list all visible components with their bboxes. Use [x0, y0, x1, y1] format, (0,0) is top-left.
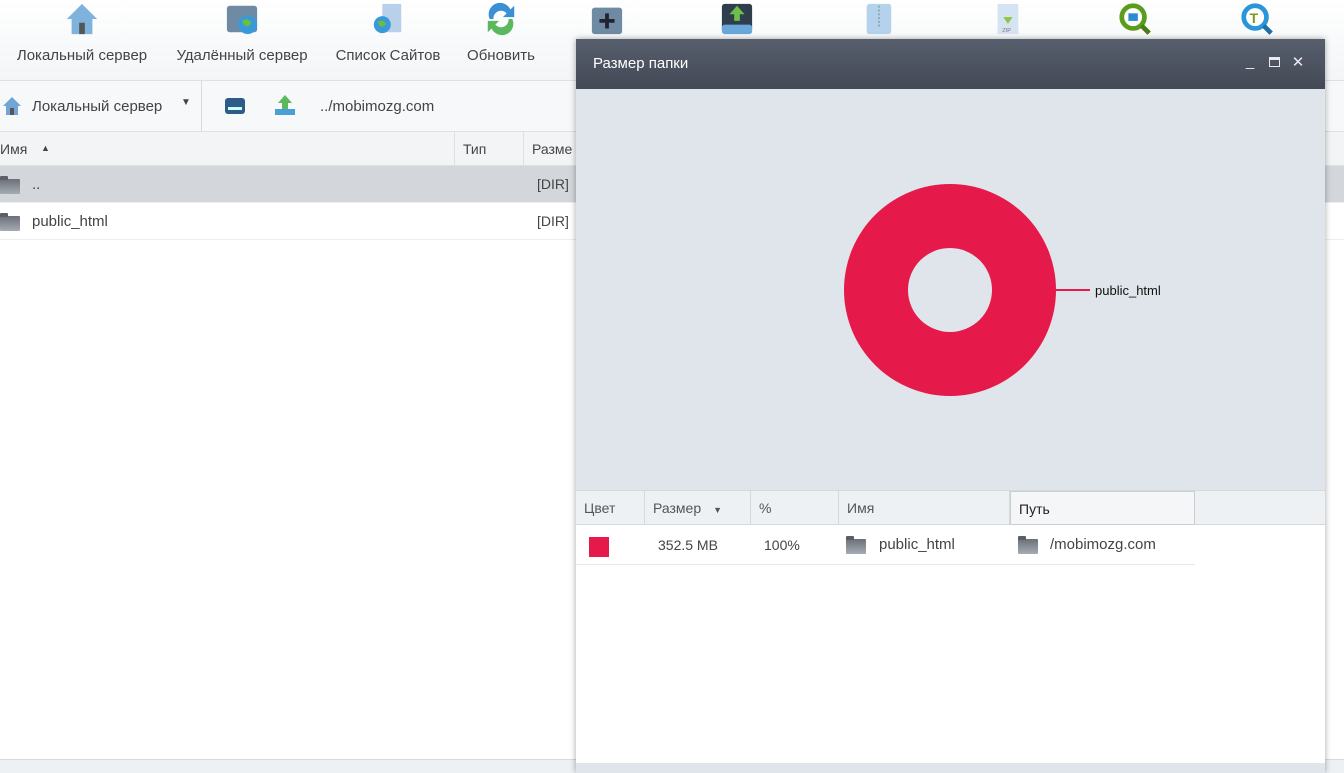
column-type-label: Тип: [463, 141, 487, 157]
archive-icon: [866, 3, 892, 35]
up-folder-icon[interactable]: [274, 94, 296, 116]
svg-text:ZIP: ZIP: [1002, 28, 1011, 34]
new-folder-icon: [591, 7, 623, 35]
folder-search-icon: [1119, 3, 1151, 35]
sort-asc-icon: ▲: [41, 143, 50, 153]
row-name: public_html: [879, 536, 955, 553]
file-size: [DIR]: [537, 213, 569, 229]
folder-icon: [1018, 536, 1038, 554]
close-icon[interactable]: ✕: [1289, 53, 1307, 73]
toolbar-button[interactable]: Удалённый сервер: [172, 0, 312, 81]
column-size[interactable]: Разме: [523, 132, 583, 166]
zip-icon: ZIP: [997, 3, 1019, 34]
row-percent: 100%: [764, 537, 800, 553]
folder-icon: [846, 536, 866, 554]
sort-desc-icon: ▼: [713, 505, 723, 515]
file-name: public_html: [32, 213, 108, 230]
column-type[interactable]: Тип: [454, 132, 524, 166]
column-path[interactable]: Путь: [1010, 491, 1195, 525]
file-name: ..: [32, 176, 41, 193]
column-size-label: Размер: [653, 500, 702, 516]
toolbar-button-label: Локальный сервер: [16, 47, 148, 64]
dialog-titlebar[interactable]: Размер папки _ ✕: [576, 39, 1325, 89]
column-name[interactable]: Имя: [839, 491, 1010, 525]
minimize-icon[interactable]: _: [1241, 53, 1259, 73]
drive-icon[interactable]: [224, 96, 246, 116]
dialog-title: Размер папки: [593, 55, 689, 72]
dialog-table-row[interactable]: 352.5 MB 100% public_html /mobimozg.com: [576, 525, 1195, 565]
dialog-footer: [576, 763, 1325, 773]
column-percent[interactable]: %: [751, 491, 839, 525]
column-size-label: Разме: [532, 141, 573, 157]
donut-chart: public_html: [844, 184, 1161, 396]
folder-icon: [0, 213, 20, 231]
refresh-icon: [487, 2, 515, 36]
home-icon: [66, 3, 98, 35]
upload-folder-icon: [721, 3, 753, 35]
svg-text:T: T: [1249, 11, 1258, 27]
slice-label: public_html: [1095, 283, 1161, 298]
site-list-icon: [373, 3, 402, 34]
folder-size-dialog: Размер папки _ ✕ public_html Цвет Размер…: [576, 39, 1325, 773]
folder-icon: [0, 176, 20, 194]
column-name[interactable]: Имя: [0, 141, 27, 157]
donut-slice[interactable]: [844, 184, 1056, 396]
maximize-icon[interactable]: [1265, 53, 1283, 73]
home-icon: [3, 97, 21, 115]
text-search-icon: T: [1241, 3, 1273, 35]
column-color[interactable]: Цвет: [576, 491, 645, 525]
toolbar-button-label: Список Сайтов: [335, 47, 441, 64]
row-path: /mobimozg.com: [1050, 536, 1156, 553]
color-swatch: [589, 537, 609, 557]
server-selector[interactable]: Локальный сервер ▼: [0, 81, 202, 131]
chevron-down-icon: ▼: [181, 97, 191, 108]
chart-area: public_html: [576, 89, 1325, 490]
file-size: [DIR]: [537, 176, 569, 192]
toolbar-button-label: Обновить: [467, 47, 535, 64]
current-path: ../mobimozg.com: [320, 98, 435, 115]
server-label: Локальный сервер: [32, 98, 163, 115]
toolbar-button[interactable]: Локальный сервер: [12, 0, 152, 81]
column-size[interactable]: Размер ▼: [645, 491, 751, 525]
dialog-table-header: Цвет Размер ▼ % Имя Путь: [576, 490, 1325, 525]
row-size: 352.5 MB: [658, 537, 718, 553]
toolbar-button-label: Удалённый сервер: [176, 47, 308, 64]
remote-server-icon: [226, 5, 258, 35]
